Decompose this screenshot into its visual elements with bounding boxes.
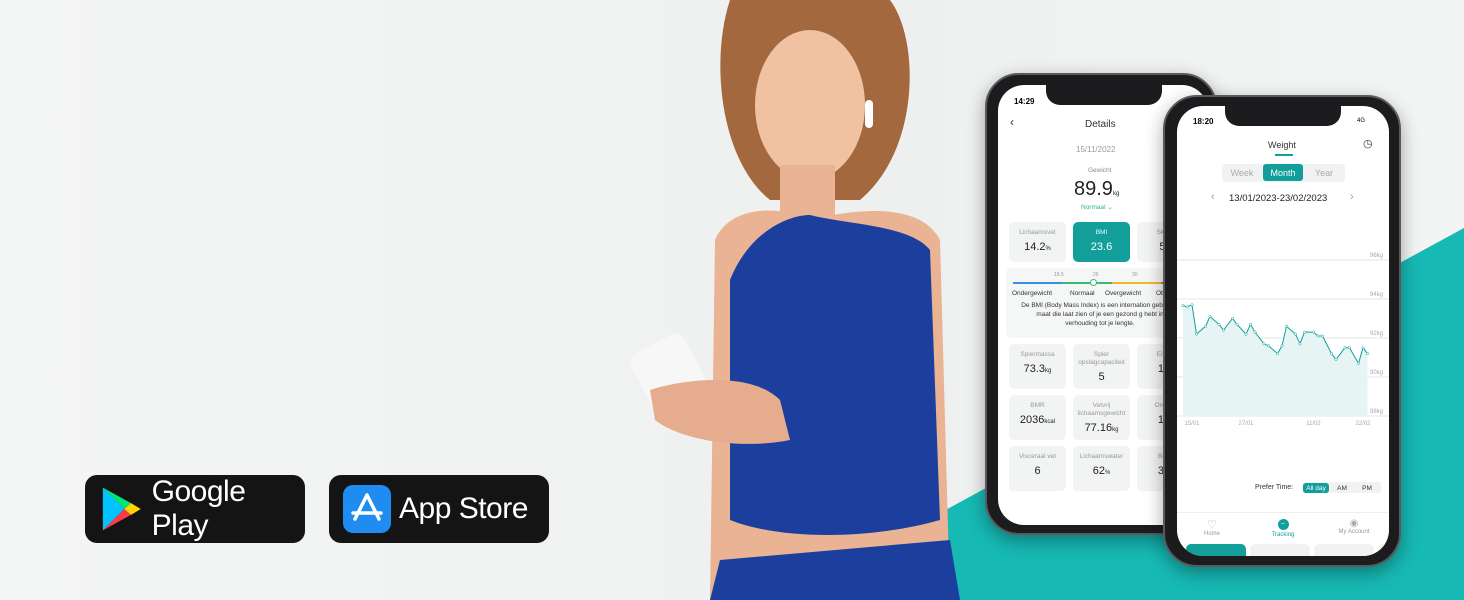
x-tick-label: 11/02 <box>1306 421 1321 427</box>
data-point <box>1312 330 1315 334</box>
data-point <box>1276 352 1279 356</box>
y-tick-label: 92kg <box>1370 331 1383 337</box>
google-play-badge[interactable]: Google Play <box>85 475 305 543</box>
data-point <box>1235 322 1239 326</box>
woman-photo <box>630 0 960 600</box>
metric-card[interactable]: Visceraal vet 6 <box>1009 446 1066 491</box>
metric-card[interactable]: BMR 2036kcal <box>1009 395 1066 440</box>
data-point <box>1222 328 1225 332</box>
data-point <box>1249 322 1252 326</box>
data-point <box>1357 361 1360 365</box>
data-point <box>1190 303 1194 307</box>
data-point <box>1316 334 1320 338</box>
bmi-marker <box>1090 279 1097 286</box>
x-tick-label: 27/01 <box>1238 421 1254 427</box>
google-play-icon <box>102 487 141 531</box>
metric-card[interactable]: Vetvrij lichaamsgewicht 77.16kg <box>1073 395 1130 440</box>
data-point <box>1361 346 1365 350</box>
data-point <box>1204 324 1207 328</box>
date: 15/11/2022 <box>1076 145 1116 154</box>
google-play-label: Google Play <box>151 475 246 542</box>
data-point <box>1280 344 1284 348</box>
data-point <box>1298 342 1302 346</box>
data-point <box>1231 317 1234 320</box>
tab-week[interactable]: Week <box>1222 164 1262 181</box>
app-store-badge[interactable]: App Store <box>329 475 549 543</box>
tab-month[interactable]: Month <box>1263 164 1303 181</box>
account-icon: ◉ <box>1349 518 1359 529</box>
data-point <box>1208 315 1212 319</box>
prefer-time-label: Prefer Time: <box>1255 484 1294 491</box>
metric-card[interactable]: Lichaamswater 62% <box>1073 446 1130 491</box>
card-lichaamsvet[interactable]: Lichaamsvet 14.2% <box>1009 222 1066 262</box>
data-point <box>1186 305 1189 309</box>
metric-bmi[interactable]: BMI <box>1314 544 1374 556</box>
heart-plus-icon: ♡ <box>1207 519 1217 531</box>
weight-chart: 96kg 94kg 92kg 90kg 88kg 15/01 27/01 11/02 22/02 <box>1177 253 1389 427</box>
prev-range-icon[interactable]: ‹ <box>1211 191 1215 203</box>
weight-value: 89.9kg <box>1074 178 1120 200</box>
data-point <box>1303 330 1306 334</box>
data-point <box>1366 352 1369 356</box>
data-point <box>1348 346 1351 350</box>
data-point <box>1267 344 1270 348</box>
notch <box>1046 85 1162 105</box>
data-point <box>1334 358 1338 361</box>
app-store-icon <box>343 485 391 533</box>
data-point <box>1181 304 1185 308</box>
title-underline <box>1275 154 1293 156</box>
y-tick-label: 90kg <box>1370 370 1383 376</box>
weight-label: Gewicht <box>1088 167 1112 174</box>
data-point <box>1217 322 1221 326</box>
history-icon[interactable]: ◷ <box>1363 137 1373 150</box>
y-tick-label: 94kg <box>1370 292 1383 298</box>
tracking-icon: ~ <box>1277 519 1289 530</box>
metric-weight[interactable]: Weight <box>1186 544 1246 556</box>
prefer-am[interactable]: AM <box>1330 483 1354 493</box>
notch <box>1225 106 1341 126</box>
x-tick-label: 15/01 <box>1184 421 1200 427</box>
data-point <box>1294 332 1297 336</box>
nav-my-account[interactable]: ◉ My Account <box>1329 518 1379 535</box>
y-tick-label: 96kg <box>1370 253 1383 259</box>
next-range-icon[interactable]: › <box>1350 191 1354 203</box>
status-time: 14:29 <box>1014 97 1035 106</box>
phone-weight: 18:20 4G Weight ◷ Week Month Year ‹ 13/0… <box>1163 95 1401 567</box>
metric-body-fat[interactable]: Body fat <box>1250 544 1310 556</box>
metric-card[interactable]: Spier opslagcapaciteit 5 <box>1073 344 1130 389</box>
data-point <box>1262 342 1266 346</box>
status-dropdown[interactable]: Normaal ⌄ <box>1081 203 1113 211</box>
data-point <box>1244 332 1248 336</box>
y-tick-label: 88kg <box>1370 409 1383 415</box>
nav-home[interactable]: ♡ Home <box>1187 518 1237 537</box>
network-indicator: 4G <box>1357 118 1366 124</box>
data-point <box>1285 324 1288 328</box>
data-point <box>1253 330 1257 334</box>
metric-more[interactable] <box>1378 544 1389 556</box>
area-fill <box>1183 304 1368 416</box>
back-icon[interactable]: ‹ <box>1010 115 1014 129</box>
metric-card[interactable]: Spiermassa 73.3kg <box>1009 344 1066 389</box>
status-time: 18:20 <box>1193 117 1214 126</box>
tab-year[interactable]: Year <box>1304 164 1344 181</box>
date-range: 13/01/2023-23/02/2023 <box>1229 193 1328 204</box>
page-title: Details <box>1085 119 1116 130</box>
bmi-description: De BMI (Body Mass Index) is een internat… <box>1021 302 1179 327</box>
data-point <box>1195 332 1198 336</box>
page-title: Weight <box>1268 140 1296 150</box>
nav-tracking[interactable]: ~ Tracking <box>1258 518 1308 538</box>
data-point <box>1343 346 1347 350</box>
app-store-label: App Store <box>399 492 528 525</box>
x-tick-label: 22/02 <box>1355 421 1371 427</box>
data-point <box>1330 352 1333 356</box>
card-bmi[interactable]: BMI 23.6 <box>1073 222 1130 262</box>
prefer-all-day[interactable]: All day <box>1303 483 1329 493</box>
prefer-pm[interactable]: PM <box>1355 483 1379 493</box>
data-point <box>1321 334 1324 338</box>
